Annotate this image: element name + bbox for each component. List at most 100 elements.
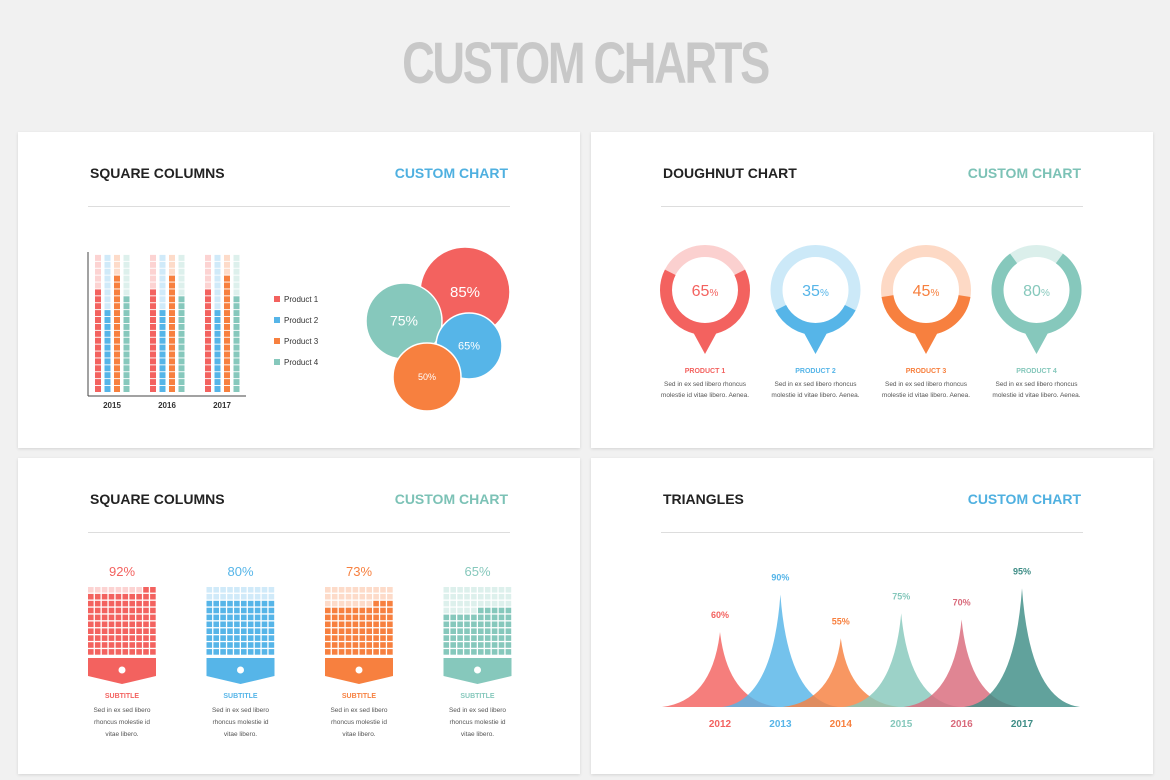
column-square — [214, 317, 221, 323]
column-square — [224, 365, 230, 372]
waffle-square — [345, 649, 352, 655]
waffle-square — [115, 607, 122, 614]
waffle-square — [101, 621, 108, 628]
column-square — [159, 379, 166, 386]
waffle-square — [143, 607, 149, 614]
waffle-square — [213, 614, 219, 621]
column-square — [104, 323, 111, 330]
column-square — [178, 351, 185, 358]
waffle-square — [247, 635, 254, 641]
waffle-square — [352, 614, 359, 621]
waffle-square — [101, 600, 108, 607]
column-square — [224, 317, 230, 323]
doughnut-value: 45% — [913, 283, 940, 300]
waffle-square — [380, 607, 386, 614]
waffle-square — [464, 587, 470, 593]
waffle-square — [254, 587, 261, 593]
waffle-square — [464, 649, 470, 655]
waffle-square — [345, 600, 352, 607]
column-square — [224, 330, 230, 337]
waffle-square — [498, 635, 505, 641]
waffle-square — [471, 607, 477, 614]
waffle-square — [227, 593, 233, 600]
pin-tail — [914, 332, 938, 354]
product-description: Sed in ex sed libero rhoncus — [664, 381, 747, 388]
waffle-square — [380, 600, 386, 607]
column-square — [205, 330, 211, 337]
column-square — [214, 337, 221, 344]
column-square — [233, 261, 240, 268]
column-square — [159, 351, 166, 358]
column-square — [169, 317, 175, 323]
waffle-square — [457, 649, 463, 655]
waffle-square — [115, 628, 122, 634]
pin-tail — [1024, 332, 1049, 354]
column-square — [104, 358, 111, 365]
column-square — [224, 323, 230, 330]
waffle-square — [143, 649, 149, 655]
waffle-square — [331, 614, 338, 621]
waffle-description: Sed in ex sed libero — [330, 707, 387, 714]
waffle-square — [241, 649, 247, 655]
waffle-square — [220, 607, 226, 614]
column-square — [224, 344, 230, 351]
column-square — [205, 323, 211, 330]
legend-label: Product 3 — [284, 337, 319, 346]
column-square — [178, 372, 185, 379]
waffle-square — [387, 587, 393, 593]
product-name: PRODUCT 2 — [795, 368, 836, 375]
column-square — [178, 323, 185, 330]
waffle-description: Sed in ex sed libero — [449, 707, 506, 714]
column-square — [150, 351, 156, 358]
waffle-square — [331, 635, 338, 641]
waffle-square — [505, 614, 512, 621]
column-square — [214, 351, 221, 358]
data-label: 90% — [771, 573, 789, 583]
column-square — [205, 344, 211, 351]
waffle-square — [373, 649, 379, 655]
waffle-square — [450, 587, 456, 593]
column-square — [159, 310, 166, 317]
x-tick-label: 2012 — [709, 719, 732, 730]
waffle-square — [352, 593, 359, 600]
waffle-square — [227, 600, 233, 607]
waffle-square — [234, 607, 240, 614]
column-square — [233, 323, 240, 330]
column-square — [178, 317, 185, 323]
waffle-square — [352, 600, 359, 607]
waffle-square — [129, 635, 135, 641]
waffle-square — [122, 635, 129, 641]
column-square — [104, 303, 111, 310]
waffle-square — [498, 628, 505, 634]
column-square — [233, 289, 240, 296]
x-tick-label: 2016 — [158, 401, 176, 410]
waffle-square — [101, 614, 108, 621]
legend-label: Product 4 — [284, 358, 319, 367]
column-square — [224, 303, 230, 310]
waffle-square — [366, 614, 372, 621]
waffle-square — [450, 607, 456, 614]
waffle-square — [359, 635, 366, 641]
column-square — [150, 323, 156, 330]
waffle-square — [94, 642, 101, 648]
waffle-square — [464, 635, 470, 641]
column-square — [159, 372, 166, 379]
product-name: PRODUCT 1 — [685, 368, 726, 375]
waffle-square — [345, 593, 352, 600]
column-square — [169, 365, 175, 372]
column-square — [104, 379, 111, 386]
waffle-square — [261, 628, 268, 634]
waffle-square — [143, 635, 149, 641]
column-square — [233, 268, 240, 275]
waffle-square — [505, 628, 512, 634]
waffle-square — [484, 587, 491, 593]
column-square — [178, 275, 185, 282]
waffle-square — [94, 635, 101, 641]
waffle-square — [373, 614, 379, 621]
waffle-square — [143, 593, 149, 600]
waffle-square — [136, 635, 142, 641]
waffle-square — [122, 628, 129, 634]
waffle-square — [387, 614, 393, 621]
column-square — [159, 254, 166, 261]
waffle-square — [366, 628, 372, 634]
